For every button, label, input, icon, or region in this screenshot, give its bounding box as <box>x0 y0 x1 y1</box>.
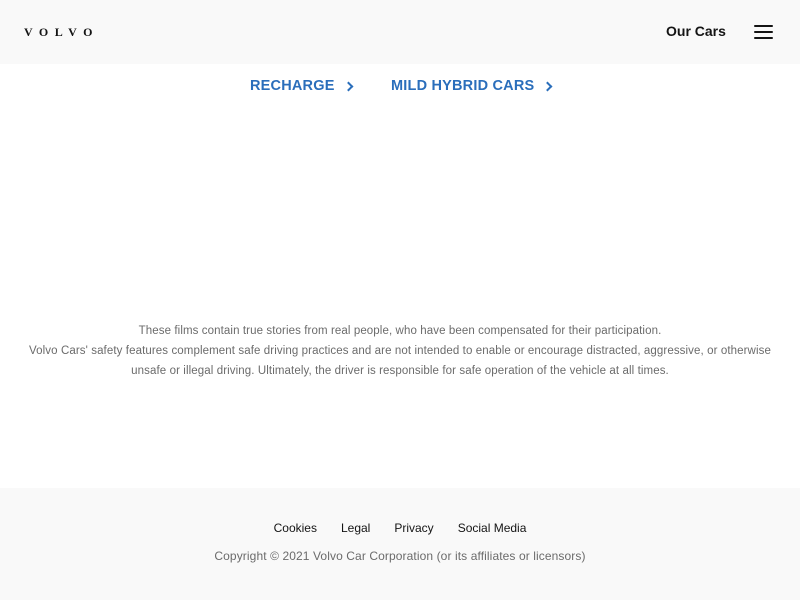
mild-hybrid-cars-link[interactable]: MILD HYBRID CARS <box>391 78 553 94</box>
category-links: RECHARGE MILD HYBRID CARS <box>0 78 800 98</box>
menu-bar <box>754 25 773 27</box>
disclaimer-line-1: These films contain true stories from re… <box>138 325 662 337</box>
recharge-link-label: RECHARGE <box>250 78 335 94</box>
chevron-right-icon <box>542 81 553 91</box>
hamburger-menu-icon[interactable] <box>754 24 774 40</box>
recharge-link[interactable]: RECHARGE <box>250 78 354 94</box>
footer-link-cookies[interactable]: Cookies <box>274 521 317 535</box>
our-cars-link[interactable]: Our Cars <box>666 23 726 39</box>
disclaimer-line-2: Volvo Cars' safety features complement s… <box>29 345 771 377</box>
disclaimer: These films contain true stories from re… <box>20 321 780 381</box>
menu-bar <box>754 31 773 33</box>
chevron-right-icon <box>343 81 354 91</box>
footer-link-legal[interactable]: Legal <box>341 521 370 535</box>
volvo-logo[interactable]: VOLVO <box>24 25 99 40</box>
footer-links: Cookies Legal Privacy Social Media <box>0 521 800 535</box>
mild-hybrid-cars-link-label: MILD HYBRID CARS <box>391 78 535 94</box>
site-footer: Cookies Legal Privacy Social Media Copyr… <box>0 488 800 600</box>
copyright-text: Copyright © 2021 Volvo Car Corporation (… <box>214 549 586 563</box>
footer-link-privacy[interactable]: Privacy <box>394 521 433 535</box>
menu-bar <box>754 37 773 39</box>
site-header: VOLVO Our Cars <box>0 0 800 64</box>
footer-link-social-media[interactable]: Social Media <box>458 521 527 535</box>
